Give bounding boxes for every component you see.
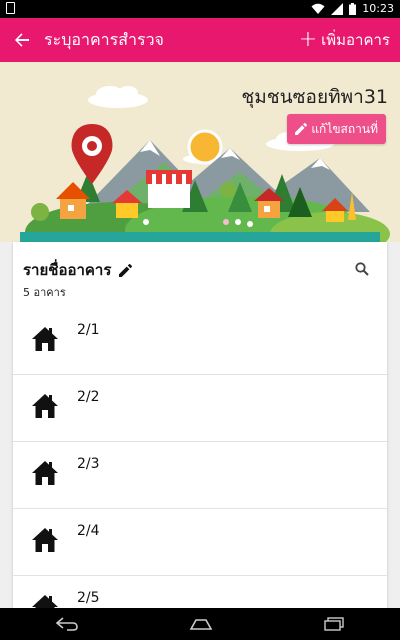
home-nav-icon[interactable] [188, 617, 214, 631]
pencil-icon [295, 123, 308, 135]
list-item[interactable]: 2/1 [13, 308, 387, 375]
building-label: 2/5 [77, 590, 100, 606]
edit-place-button[interactable]: แก้ไขสถานที่ [287, 114, 386, 144]
signal-icon [331, 3, 344, 15]
building-count: 5 อาคาร [23, 286, 66, 299]
building-list-header: รายชื่ออาคาร [23, 258, 133, 282]
system-nav-bar [0, 608, 400, 640]
add-building-button[interactable]: + เพิ่มอาคาร [299, 18, 390, 62]
notification-icon [6, 2, 15, 14]
page-title: ระบุอาคารสำรวจ [44, 30, 164, 49]
search-icon[interactable] [355, 262, 369, 276]
building-label: 2/3 [77, 456, 100, 472]
battery-icon [349, 3, 357, 15]
plus-icon: + [298, 27, 318, 52]
edit-place-label: แก้ไขสถานที่ [311, 121, 378, 136]
house-icon [32, 461, 58, 485]
house-icon [32, 528, 58, 552]
list-item[interactable]: 2/3 [13, 442, 387, 509]
house-icon [32, 327, 58, 351]
building-label: 2/2 [77, 389, 100, 405]
arrow-back-icon [15, 33, 29, 47]
building-list: 2/1 2/2 2/3 2/4 2/5 [13, 308, 387, 640]
clock-time: 10:23 [362, 2, 394, 15]
house-icon [32, 394, 58, 418]
back-button[interactable] [0, 18, 44, 62]
building-list-card: รายชื่ออาคาร 5 อาคาร 2/1 2/2 2/3 2/4 2/5 [13, 242, 387, 640]
app-bar: ระบุอาคารสำรวจ + เพิ่มอาคาร [0, 18, 400, 62]
building-label: 2/4 [77, 523, 100, 539]
pencil-icon[interactable] [119, 263, 133, 277]
list-item[interactable]: 2/4 [13, 509, 387, 576]
community-header: ชุมชนซอยทิพา31 แก้ไขสถานที่ [0, 62, 400, 242]
building-list-title: รายชื่ออาคาร [23, 261, 112, 279]
status-bar: 10:23 [0, 0, 400, 18]
add-building-label: เพิ่มอาคาร [321, 31, 390, 49]
wifi-icon [311, 3, 325, 14]
recent-apps-icon[interactable] [323, 617, 345, 631]
back-nav-icon[interactable] [55, 617, 79, 631]
list-item[interactable]: 2/2 [13, 375, 387, 442]
community-name: ชุมชนซอยทิพา31 [241, 86, 388, 108]
building-label: 2/1 [77, 322, 100, 338]
